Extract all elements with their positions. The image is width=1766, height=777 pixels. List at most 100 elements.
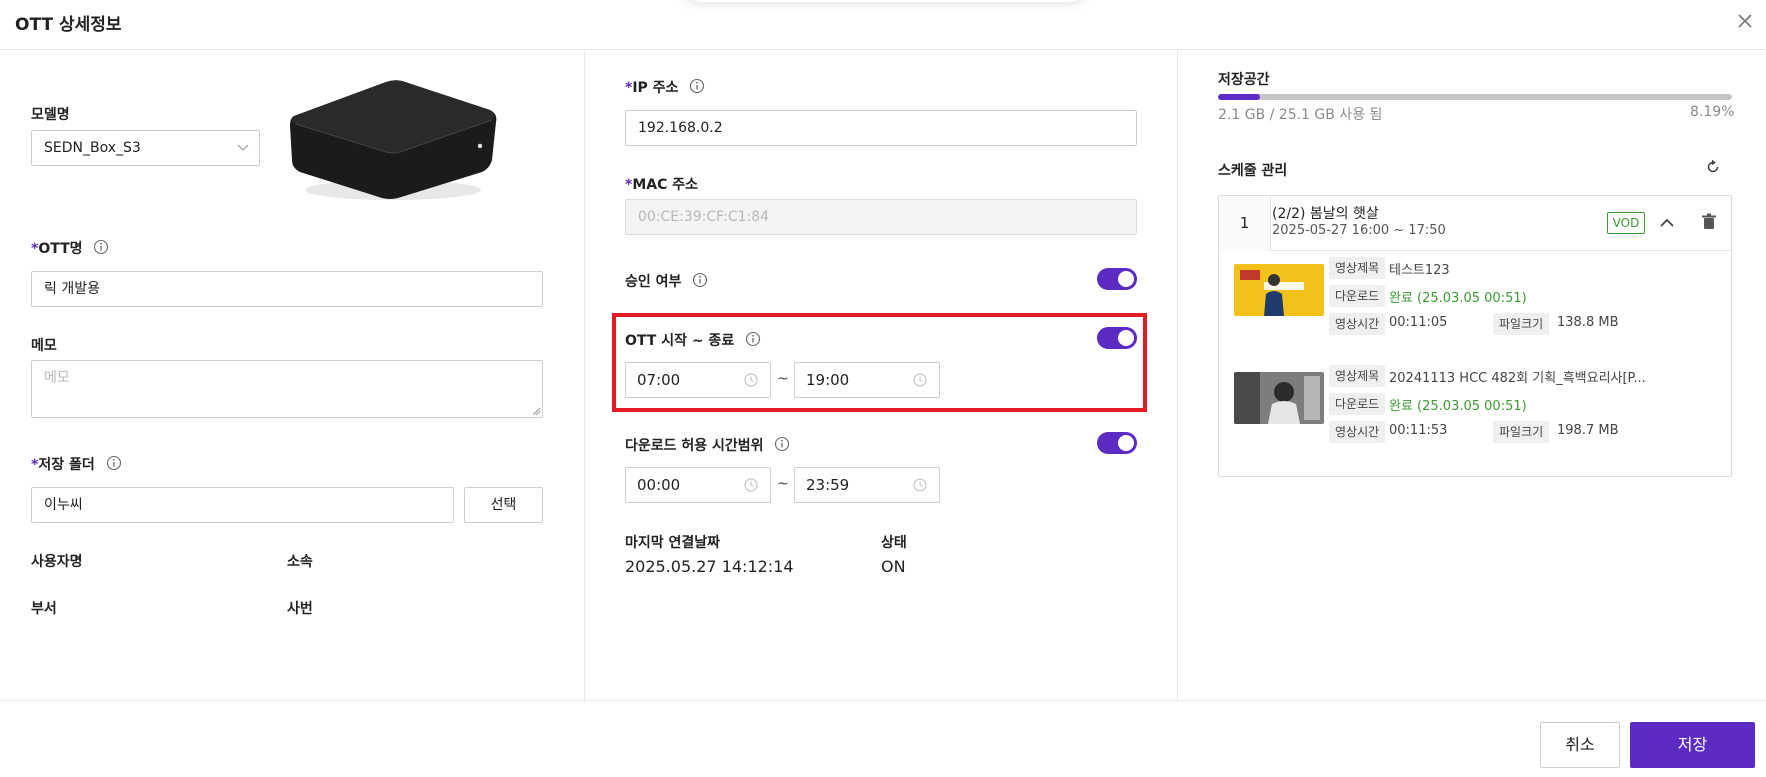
cancel-button[interactable]: 취소 (1540, 722, 1620, 768)
chevron-up-icon[interactable] (1656, 212, 1678, 234)
memo-textarea[interactable]: 메모 (31, 360, 543, 418)
duration-value: 00:11:53 (1389, 423, 1448, 438)
employee-no-label: 사번 (287, 601, 313, 617)
approval-toggle[interactable] (1097, 268, 1137, 290)
ott-name-input[interactable]: 릭 개발용 (31, 271, 543, 307)
mac-input: 00:CE:39:CF:C1:84 (625, 199, 1137, 235)
folder-label-text: 저장 폴더 (38, 457, 95, 473)
duration-tag: 영상시간 (1329, 421, 1386, 443)
mac-label: *MAC 주소 (625, 174, 698, 194)
model-value: SEDN_Box_S3 (44, 140, 141, 156)
folder-select-button[interactable]: 선택 (464, 487, 543, 523)
video-title-tag: 영상제목 (1329, 365, 1386, 387)
schedule-label: 스케줄 관리 (1218, 163, 1288, 179)
storage-usage-text: 2.1 GB / 25.1 GB 사용 됨 (1218, 107, 1383, 123)
ott-end-time-input[interactable]: 19:00 (794, 362, 940, 398)
schedule-item-header[interactable]: 1 (2/2) 봄날의 햇살 2025-05-27 16:00 ~ 17:50 … (1219, 196, 1731, 251)
storage-progress-fill (1218, 94, 1261, 100)
popup-shadow (680, 0, 1090, 2)
toggle-knob (1118, 330, 1134, 346)
ott-end-time-value: 19:00 (806, 371, 850, 389)
file-size-tag: 파일크기 (1493, 421, 1550, 443)
ott-time-label: OTT 시작 ~ 종료 (625, 330, 761, 350)
info-icon[interactable] (774, 436, 790, 452)
approval-label: 승인 여부 (625, 271, 708, 291)
model-select[interactable]: SEDN_Box_S3 (31, 130, 260, 166)
ott-time-toggle[interactable] (1097, 327, 1137, 349)
column-divider (584, 50, 585, 700)
save-button[interactable]: 저장 (1630, 722, 1755, 768)
ip-label-text: IP 주소 (632, 80, 679, 96)
status-value: ON (881, 557, 906, 576)
schedule-index: 1 (1219, 196, 1271, 251)
refresh-icon[interactable] (1706, 160, 1720, 174)
file-size-value: 138.8 MB (1557, 315, 1619, 330)
video-thumbnail (1234, 264, 1324, 316)
video-thumbnail (1234, 372, 1324, 424)
download-status-value: 완료 (25.03.05 00:51) (1389, 291, 1527, 306)
info-icon[interactable] (106, 455, 122, 471)
download-status-value: 완료 (25.03.05 00:51) (1389, 399, 1527, 414)
memo-label: 메모 (31, 338, 57, 354)
column-divider (1177, 50, 1178, 700)
ott-start-time-input[interactable]: 07:00 (625, 362, 771, 398)
download-start-time-value: 00:00 (637, 476, 681, 494)
info-icon[interactable] (745, 331, 761, 347)
range-separator: ~ (777, 371, 789, 387)
user-name-label: 사용자명 (31, 554, 83, 570)
video-title-tag: 영상제목 (1329, 257, 1386, 279)
clock-icon (744, 373, 758, 387)
schedule-title: (2/2) 봄날의 햇살 (1272, 206, 1379, 222)
duration-tag: 영상시간 (1329, 313, 1386, 335)
download-time-label-text: 다운로드 허용 시간범위 (625, 438, 764, 454)
toggle-knob (1118, 271, 1134, 287)
last-connection-value: 2025.05.27 14:12:14 (625, 557, 794, 576)
ott-time-label-text: OTT 시작 ~ 종료 (625, 333, 735, 349)
footer-divider (0, 700, 1766, 701)
folder-label: *저장 폴더 (31, 454, 122, 474)
mac-label-text: MAC 주소 (632, 177, 699, 193)
ip-input[interactable]: 192.168.0.2 (625, 110, 1137, 146)
download-time-toggle[interactable] (1097, 432, 1137, 454)
file-size-tag: 파일크기 (1493, 313, 1550, 335)
storage-progress-bar (1218, 94, 1732, 100)
memo-placeholder: 메모 (44, 370, 70, 386)
duration-value: 00:11:05 (1389, 315, 1448, 330)
range-separator: ~ (777, 476, 789, 492)
ott-name-label: *OTT명 (31, 238, 109, 258)
info-icon[interactable] (93, 239, 109, 255)
resize-grip-icon[interactable] (531, 406, 541, 416)
download-end-time-value: 23:59 (806, 476, 850, 494)
approval-label-text: 승인 여부 (625, 274, 682, 290)
affiliation-label: 소속 (287, 554, 313, 570)
clock-icon (913, 478, 927, 492)
last-connection-label: 마지막 연결날짜 (625, 535, 721, 551)
video-title-value: 테스트123 (1389, 263, 1450, 278)
download-tag: 다운로드 (1329, 393, 1386, 415)
ott-start-time-value: 07:00 (637, 371, 681, 389)
toggle-knob (1118, 435, 1134, 451)
download-time-label: 다운로드 허용 시간범위 (625, 435, 790, 455)
close-icon[interactable] (1732, 8, 1758, 34)
info-icon[interactable] (692, 272, 708, 288)
schedule-card: 1 (2/2) 봄날의 햇살 2025-05-27 16:00 ~ 17:50 … (1218, 195, 1732, 477)
file-size-value: 198.7 MB (1557, 423, 1619, 438)
ip-label: *IP 주소 (625, 77, 705, 97)
video-title-value: 20241113 HCC 482회 기획_흑백요리사[P... (1389, 371, 1646, 386)
schedule-time: 2025-05-27 16:00 ~ 17:50 (1272, 223, 1446, 238)
clock-icon (744, 478, 758, 492)
model-label: 모델명 (31, 107, 70, 123)
storage-percent-text: 8.19% (1690, 104, 1735, 120)
storage-label: 저장공간 (1218, 72, 1270, 88)
download-start-time-input[interactable]: 00:00 (625, 467, 771, 503)
download-end-time-input[interactable]: 23:59 (794, 467, 940, 503)
vod-badge: VOD (1607, 212, 1645, 234)
trash-icon[interactable] (1699, 212, 1719, 232)
info-icon[interactable] (689, 78, 705, 94)
download-tag: 다운로드 (1329, 285, 1386, 307)
modal-header: OTT 상세정보 (0, 0, 1766, 50)
status-label: 상태 (881, 535, 907, 551)
device-image (290, 80, 497, 200)
modal-title: OTT 상세정보 (15, 15, 122, 35)
folder-input[interactable]: 이누씨 (31, 487, 454, 523)
